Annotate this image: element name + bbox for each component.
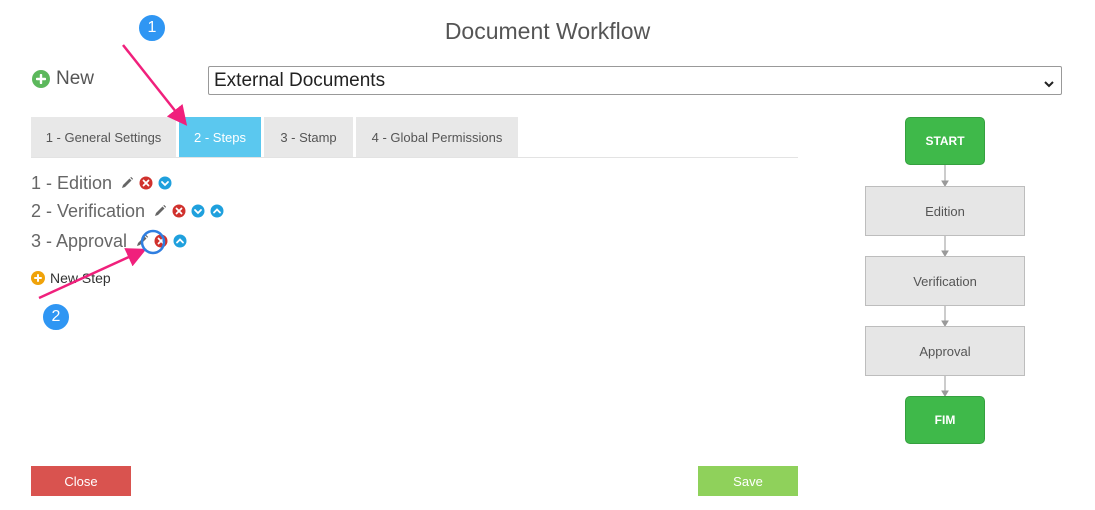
delete-icon[interactable] bbox=[172, 204, 186, 218]
move-up-icon[interactable] bbox=[210, 204, 224, 218]
flow-end-node: FIM bbox=[905, 396, 985, 444]
pencil-icon[interactable] bbox=[135, 234, 149, 248]
new-step-button[interactable]: New Step bbox=[31, 270, 111, 286]
workflow-select[interactable]: External Documents bbox=[208, 66, 1062, 95]
move-down-icon[interactable] bbox=[158, 176, 172, 190]
workflow-select-value: External Documents bbox=[214, 69, 386, 91]
step-label: 3 - Approval bbox=[31, 230, 128, 251]
save-button-label: Save bbox=[733, 473, 763, 489]
new-workflow-label: New bbox=[56, 68, 95, 89]
annotation-badge-2: 2 bbox=[41, 302, 71, 332]
tab-bar: 1 - General Settings 2 - Steps 3 - Stamp… bbox=[31, 117, 798, 158]
flow-node-label: Edition bbox=[925, 203, 965, 219]
tab-stamp-label: 3 - Stamp bbox=[280, 129, 337, 145]
step-label: 1 - Edition bbox=[31, 172, 113, 193]
tab-global-permissions-label: 4 - Global Permissions bbox=[371, 129, 503, 145]
tab-stamp[interactable]: 3 - Stamp bbox=[264, 117, 353, 157]
step-item-verification: 2 - Verification bbox=[31, 199, 224, 223]
close-button-label: Close bbox=[64, 473, 98, 489]
flow-end-label: FIM bbox=[934, 413, 956, 427]
annotation-badge-1-label: 1 bbox=[147, 19, 157, 36]
flow-node-verification: Verification bbox=[865, 256, 1025, 306]
flow-node-label: Approval bbox=[919, 343, 971, 359]
step-label: 2 - Verification bbox=[31, 200, 146, 221]
delete-icon[interactable] bbox=[154, 234, 168, 248]
plus-circle-icon bbox=[32, 70, 50, 88]
pencil-icon[interactable] bbox=[153, 204, 167, 218]
annotation-badge-1: 1 bbox=[137, 13, 167, 43]
annotation-arrow-1 bbox=[122, 44, 188, 126]
flow-start-node: START bbox=[905, 117, 985, 165]
save-button[interactable]: Save bbox=[698, 466, 798, 496]
pencil-icon[interactable] bbox=[120, 176, 134, 190]
tab-general-settings[interactable]: 1 - General Settings bbox=[31, 117, 176, 157]
new-workflow-button[interactable]: New bbox=[32, 68, 94, 90]
move-up-icon[interactable] bbox=[173, 234, 187, 248]
chevron-down-icon bbox=[1043, 74, 1055, 96]
flow-node-label: Verification bbox=[913, 273, 977, 289]
tab-global-permissions[interactable]: 4 - Global Permissions bbox=[356, 117, 518, 157]
new-step-label: New Step bbox=[50, 270, 111, 286]
tab-general-settings-label: 1 - General Settings bbox=[45, 129, 162, 145]
flow-node-approval: Approval bbox=[865, 326, 1025, 376]
flow-node-edition: Edition bbox=[865, 186, 1025, 236]
delete-icon[interactable] bbox=[139, 176, 153, 190]
close-button[interactable]: Close bbox=[31, 466, 131, 496]
flow-start-label: START bbox=[925, 134, 965, 148]
tab-steps-label: 2 - Steps bbox=[193, 129, 247, 145]
step-item-approval: 3 - Approval bbox=[31, 229, 187, 253]
step-item-edition: 1 - Edition bbox=[31, 171, 172, 195]
plus-circle-icon bbox=[31, 271, 45, 285]
annotation-badge-2-label: 2 bbox=[51, 308, 61, 325]
move-down-icon[interactable] bbox=[191, 204, 205, 218]
tab-steps[interactable]: 2 - Steps bbox=[179, 117, 261, 157]
